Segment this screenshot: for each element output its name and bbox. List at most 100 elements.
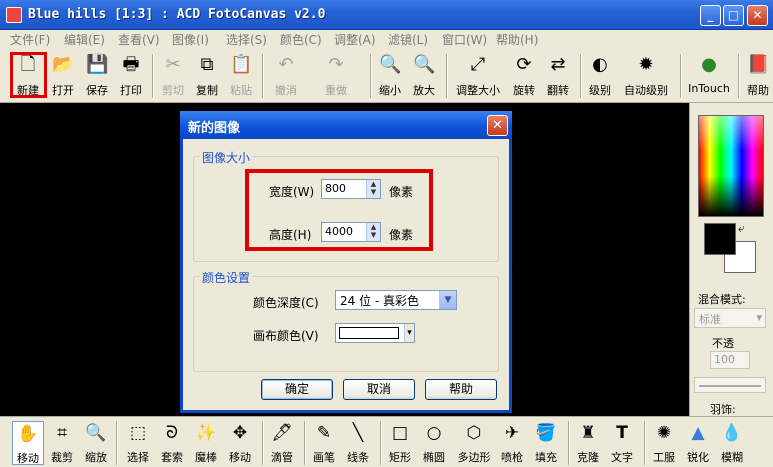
clipboard-icon: 📋 bbox=[230, 54, 253, 75]
zoom-tool[interactable]: 🔍 缩放 bbox=[82, 421, 110, 465]
canvas-color-label: 画布颜色(V) bbox=[253, 329, 319, 343]
resize-button[interactable]: ⤢ 调整大小 bbox=[452, 52, 504, 100]
save-button[interactable]: 💾 保存 bbox=[82, 52, 112, 100]
swap-colors-icon[interactable]: ⤶ bbox=[738, 221, 745, 236]
color-palette[interactable] bbox=[698, 115, 764, 217]
copy-button[interactable]: ⧉ 复制 bbox=[192, 52, 222, 100]
dialog-help-button[interactable]: 帮助 bbox=[425, 379, 497, 400]
zoom-in-button[interactable]: 🔍 放大 bbox=[410, 52, 438, 100]
toolbar-separator bbox=[738, 54, 740, 98]
color-depth-select[interactable]: 24 位 - 真彩色 ▼ bbox=[335, 290, 457, 310]
toolbar-separator bbox=[152, 54, 154, 98]
lasso-tool[interactable]: ᘐ 套索 bbox=[158, 421, 186, 465]
menu-window[interactable]: 窗口(W) bbox=[442, 31, 487, 48]
sharpen-tool[interactable]: ▲ 锐化 bbox=[684, 421, 712, 465]
rotate-button[interactable]: ⟳ 旋转 bbox=[510, 52, 538, 100]
cancel-button[interactable]: 取消 bbox=[343, 379, 415, 400]
move-tool[interactable]: ✋ 移动 bbox=[12, 421, 44, 465]
move-selection-tool[interactable]: ✥ 移动 bbox=[226, 421, 254, 465]
auto-levels-button[interactable]: ✹ 自动级别 bbox=[620, 52, 672, 100]
dialog-title: 新的图像 bbox=[188, 121, 241, 136]
opacity-label: 不透 bbox=[712, 337, 734, 350]
rotate-icon: ⟳ bbox=[516, 54, 532, 75]
scissors-icon: ✂ bbox=[165, 54, 181, 75]
crop-tool[interactable]: ⌗ 裁剪 bbox=[48, 421, 76, 465]
select-tool[interactable]: ⬚ 选择 bbox=[124, 421, 152, 465]
open-button[interactable]: 📂 打开 bbox=[48, 52, 78, 100]
menu-filter[interactable]: 滤镜(L) bbox=[388, 31, 428, 48]
foreground-color[interactable] bbox=[704, 223, 736, 255]
magnifier-icon: 🔍 bbox=[85, 423, 107, 443]
burst-icon: ✺ bbox=[656, 423, 672, 443]
tools-separator bbox=[304, 421, 306, 465]
dialog-close-button[interactable]: ✕ bbox=[487, 115, 508, 136]
help-button[interactable]: 📕 帮助 bbox=[744, 52, 772, 100]
polygon-tool[interactable]: ⬡ 多边形 bbox=[454, 421, 494, 465]
menu-image[interactable]: 图像(I) bbox=[172, 31, 209, 48]
auto-levels-icon: ✹ bbox=[638, 54, 654, 75]
tools-separator bbox=[380, 421, 382, 465]
line-tool[interactable]: ╲ 线条 bbox=[344, 421, 372, 465]
menu-color[interactable]: 颜色(C) bbox=[280, 31, 322, 48]
toolbar-separator bbox=[262, 54, 264, 98]
line-icon: ╲ bbox=[352, 423, 364, 443]
effect-tool[interactable]: ✺ 工服 bbox=[650, 421, 678, 465]
magic-wand-tool[interactable]: ✨ 魔棒 bbox=[192, 421, 220, 465]
menu-file[interactable]: 文件(F) bbox=[10, 31, 50, 48]
ellipse-tool[interactable]: ○ 椭圆 bbox=[420, 421, 448, 465]
chevron-down-icon[interactable]: ▼ bbox=[439, 291, 456, 309]
app-icon bbox=[6, 7, 22, 23]
brush-tool[interactable]: ✎ 画笔 bbox=[310, 421, 338, 465]
flip-button[interactable]: ⇄ 翻转 bbox=[544, 52, 572, 100]
menu-adjust[interactable]: 调整(A) bbox=[334, 31, 376, 48]
text-tool[interactable]: T 文字 bbox=[608, 421, 636, 465]
redo-button[interactable]: ↷ 重做 bbox=[318, 52, 354, 100]
levels-icon: ◐ bbox=[592, 54, 608, 75]
toolbar-separator bbox=[446, 54, 448, 98]
opacity-input[interactable]: 100 bbox=[710, 351, 750, 369]
undo-icon: ↶ bbox=[278, 54, 294, 75]
menu-view[interactable]: 查看(V) bbox=[118, 31, 160, 48]
resize-icon: ⤢ bbox=[470, 54, 486, 75]
eyedropper-icon: 🖋 bbox=[271, 423, 293, 443]
menu-bar: 文件(F) 编辑(E) 查看(V) 图像(I) 选择(S) 颜色(C) 调整(A… bbox=[0, 30, 773, 48]
close-button[interactable]: ✕ bbox=[747, 5, 768, 26]
fill-tool[interactable]: 🪣 填充 bbox=[532, 421, 560, 465]
paste-button[interactable]: 📋 粘贴 bbox=[226, 52, 256, 100]
zoom-out-icon: 🔍 bbox=[379, 54, 402, 75]
tools-separator bbox=[644, 421, 646, 465]
zoom-out-button[interactable]: 🔍 缩小 bbox=[376, 52, 404, 100]
cut-button[interactable]: ✂ 剪切 bbox=[158, 52, 188, 100]
droplet-icon: 💧 bbox=[721, 423, 743, 443]
dialog-title-bar: 新的图像 ✕ bbox=[180, 111, 512, 139]
tools-toolbar: ✋ 移动 ⌗ 裁剪 🔍 缩放 ⬚ 选择 ᘐ 套索 ✨ 魔棒 ✥ 移动 🖋 滴管 ✎ 画笔 ╲ 线条 … bbox=[0, 416, 773, 467]
blend-mode-select[interactable]: 标准 bbox=[694, 308, 766, 328]
lasso-icon: ᘐ bbox=[166, 423, 178, 443]
minimize-button[interactable]: _ bbox=[700, 5, 721, 26]
clone-tool[interactable]: ♜ 克隆 bbox=[574, 421, 602, 465]
color-panel: ⤶ 混合模式: 标准 不透 100 羽饰: bbox=[689, 103, 773, 416]
pencil-icon: ✎ bbox=[316, 423, 332, 443]
chevron-down-icon[interactable]: ▾ bbox=[404, 324, 414, 342]
menu-select[interactable]: 选择(S) bbox=[226, 31, 267, 48]
bucket-icon: 🪣 bbox=[535, 423, 557, 443]
undo-button[interactable]: ↶ 撤消 bbox=[268, 52, 304, 100]
opacity-slider[interactable] bbox=[694, 377, 766, 393]
canvas-color-swatch bbox=[339, 327, 399, 339]
menu-help[interactable]: 帮助(H) bbox=[496, 31, 538, 48]
levels-button[interactable]: ◐ 级别 bbox=[586, 52, 614, 100]
maximize-button[interactable]: □ bbox=[723, 5, 744, 26]
rectangle-icon: □ bbox=[391, 423, 409, 443]
eyedropper-tool[interactable]: 🖋 滴管 bbox=[268, 421, 296, 465]
airbrush-tool[interactable]: ✈ 喷枪 bbox=[498, 421, 526, 465]
canvas-color-select[interactable]: ▾ bbox=[335, 323, 415, 343]
feather-label: 羽饰: bbox=[710, 403, 736, 416]
intouch-button[interactable]: ● InTouch bbox=[686, 52, 732, 100]
print-button[interactable]: 🖶 打印 bbox=[116, 52, 146, 100]
blur-tool[interactable]: 💧 模糊 bbox=[718, 421, 746, 465]
rectangle-tool[interactable]: □ 矩形 bbox=[386, 421, 414, 465]
menu-edit[interactable]: 编辑(E) bbox=[64, 31, 105, 48]
ok-button[interactable]: 确定 bbox=[261, 379, 333, 400]
color-depth-label: 颜色深度(C) bbox=[253, 296, 319, 310]
floppy-icon: 💾 bbox=[86, 54, 109, 75]
